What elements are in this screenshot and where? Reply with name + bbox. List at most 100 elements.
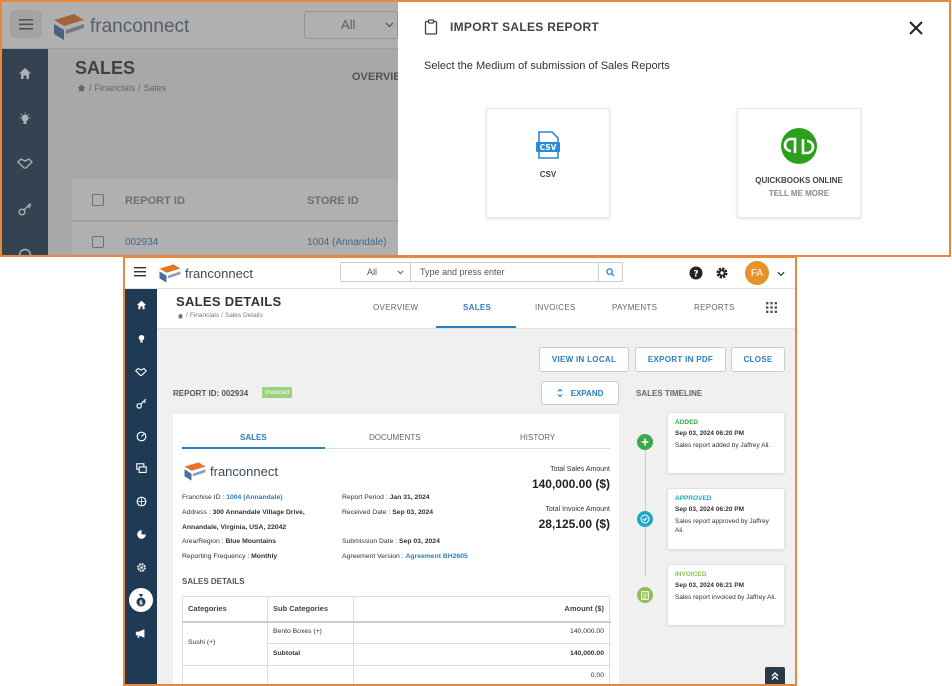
total-sales-label: Total Sales Amount — [550, 466, 610, 473]
pie-chart-icon[interactable] — [134, 527, 148, 541]
add-icon — [637, 434, 653, 450]
table-cell[interactable]: Bento Boxes (+) — [273, 628, 322, 635]
tab-sales[interactable]: SALES — [463, 303, 491, 312]
page-header: SALES DETAILS / Financials / Sales Details … — [157, 289, 795, 329]
franconnect-logo[interactable]: franconnect — [158, 263, 253, 284]
globe-icon[interactable] — [134, 494, 148, 508]
modal-subtitle: Select the Medium of submission of Sales… — [424, 60, 670, 72]
search-button[interactable] — [598, 263, 622, 281]
address-field: Address : 300 Annandale Village Drive, — [182, 509, 305, 516]
close-button[interactable]: CLOSE — [731, 347, 785, 372]
active-tab-indicator — [436, 326, 516, 328]
card-tab-history[interactable]: HISTORY — [520, 433, 555, 442]
timeline-date: Sep 03, 2024 06:20 PM — [675, 506, 745, 513]
total-invoice-value: 28,125.00 ($) — [538, 517, 610, 531]
expand-button[interactable]: EXPAND — [541, 381, 619, 405]
submission-date-field: Submission Date : Sep 03, 2024 — [342, 538, 440, 545]
frequency-field: Reporting Frequency : Monthly — [182, 553, 278, 560]
tab-payments[interactable]: PAYMENTS — [612, 303, 657, 312]
tab-reports[interactable]: REPORTS — [694, 303, 735, 312]
gear-icon[interactable] — [715, 266, 729, 280]
timeline-status: APPROVED — [675, 495, 712, 502]
area-field: Area/Region : Blue Mountains — [182, 538, 277, 545]
tell-me-more-link[interactable]: TELL ME MORE — [738, 189, 860, 198]
expand-icon — [557, 388, 563, 398]
tab-invoices[interactable]: INVOICES — [535, 303, 576, 312]
help-icon[interactable]: ? — [689, 266, 703, 280]
sales-details-heading: SALES DETAILS — [182, 577, 245, 586]
top-header: franconnect All Type and press enter ? F… — [125, 258, 795, 289]
csv-option[interactable]: CSV CSV — [486, 108, 610, 218]
franchise-id-field: Franchise ID : 1004 (Annandale) — [182, 494, 283, 501]
settings-icon[interactable] — [134, 560, 148, 574]
status-badge: Invoiced — [262, 387, 293, 398]
table-cell[interactable]: Sushi (+) — [188, 639, 215, 646]
view-in-local-button[interactable]: VIEW IN LOCAL — [539, 347, 629, 372]
report-period-field: Report Period : Jan 31, 2024 — [342, 494, 430, 501]
breadcrumb-item: Sales Details — [224, 312, 263, 319]
close-icon[interactable] — [906, 18, 926, 38]
timeline-status: INVOICED — [675, 571, 707, 578]
expand-label: EXPAND — [570, 388, 604, 398]
chevron-down-icon[interactable] — [777, 271, 785, 277]
card-tab-documents[interactable]: DOCUMENTS — [369, 433, 421, 442]
agreement-link[interactable]: Agreement BH2605 — [405, 553, 467, 560]
received-date-field: Received Date : Sep 03, 2024 — [342, 509, 434, 516]
page-title: SALES DETAILS — [176, 294, 282, 309]
clipboard-icon — [424, 19, 438, 35]
quickbooks-option[interactable]: QUICKBOOKS ONLINE TELL ME MORE — [737, 108, 861, 218]
table-cell: 140,000.00 — [569, 650, 604, 657]
home-icon[interactable] — [134, 298, 148, 312]
timeline-text: Sales report approved by Jaffrey Ali. — [675, 518, 769, 535]
chat-icon[interactable] — [134, 461, 148, 475]
apps-grid-icon[interactable] — [766, 302, 777, 313]
scroll-to-top-button[interactable] — [765, 667, 785, 684]
breadcrumb-item[interactable]: Financials — [190, 312, 219, 319]
report-id: REPORT ID: 002934 — [173, 389, 249, 398]
timeline-card-approved: APPROVED Sep 03, 2024 06:20 PM Sales rep… — [667, 488, 785, 550]
breadcrumb: / Financials / Sales Details — [177, 312, 263, 319]
column-header: Categories — [188, 604, 227, 613]
chevron-down-icon — [397, 270, 404, 275]
key-icon[interactable] — [134, 396, 148, 410]
timeline-text: Sales report added by Jaffrey Ali. — [675, 442, 771, 449]
agreement-field: Agreement Version : Agreement BH2605 — [342, 553, 468, 560]
timeline-status: ADDED — [675, 419, 699, 426]
total-invoice-label: Total Invoice Amount — [545, 506, 610, 513]
svg-text:$: $ — [139, 600, 143, 607]
quickbooks-label: QUICKBOOKS ONLINE — [755, 176, 843, 185]
search-input[interactable]: Type and press enter — [411, 263, 598, 281]
megaphone-icon[interactable] — [134, 626, 148, 640]
menu-icon[interactable] — [134, 267, 146, 277]
search-scope-select[interactable]: All — [341, 263, 411, 281]
divider — [267, 643, 611, 644]
timeline-title: SALES TIMELINE — [636, 389, 703, 398]
money-bag-icon[interactable]: $ — [129, 588, 153, 612]
timeline-date: Sep 03, 2024 06:20 PM — [675, 430, 745, 437]
export-pdf-button[interactable]: EXPORT IN PDF — [635, 347, 726, 372]
import-sales-report-screen: franconnect All SALES / Financials / Sales … — [0, 0, 951, 257]
table-cell: 0.00 — [590, 672, 604, 679]
lightbulb-icon[interactable] — [134, 331, 148, 345]
svg-text:CSV: CSV — [540, 143, 557, 152]
modal-backdrop[interactable] — [2, 2, 398, 255]
csv-label: CSV — [539, 170, 557, 179]
franconnect-logo: franconnect — [183, 461, 278, 482]
divider — [183, 621, 611, 623]
double-chevron-up-icon — [771, 672, 779, 680]
tab-overview[interactable]: OVERVIEW — [373, 303, 418, 312]
avatar[interactable]: FA — [745, 261, 769, 285]
handshake-icon[interactable] — [134, 364, 148, 378]
franconnect-logo-icon — [184, 462, 206, 481]
card-tab-sales[interactable]: SALES — [240, 433, 267, 442]
modal-title: IMPORT SALES REPORT — [450, 20, 600, 34]
address-line-2: Annandale, Virginia, USA, 22042 — [182, 524, 287, 531]
timeline-line — [645, 444, 646, 576]
divider — [183, 665, 611, 666]
home-icon[interactable] — [177, 312, 184, 319]
franchise-id-link[interactable]: 1004 (Annandale) — [226, 494, 282, 501]
svg-text:?: ? — [693, 270, 698, 280]
timeline-card-added: ADDED Sep 03, 2024 06:20 PM Sales report… — [667, 412, 785, 474]
gauge-icon[interactable] — [134, 429, 148, 443]
search-icon — [606, 267, 615, 277]
